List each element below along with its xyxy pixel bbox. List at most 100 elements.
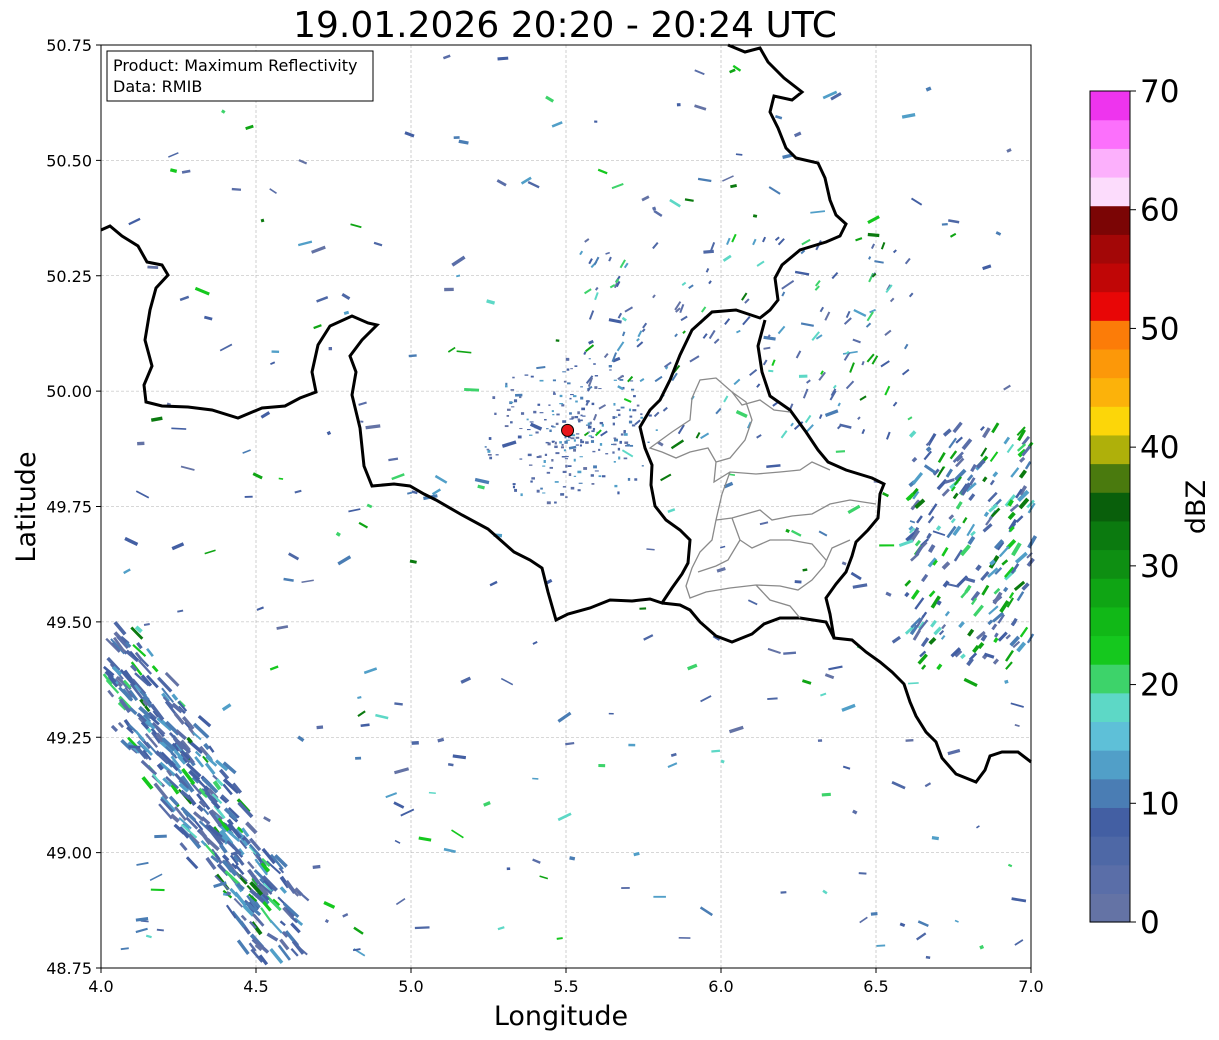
echo-clutter [555,452,560,455]
echo-streak [145,934,152,939]
echo-streak [437,737,445,743]
echo-clutter [617,447,621,451]
echo-clutter [552,413,555,416]
echo-clutter [517,435,522,439]
info-data-source: Data: RMIB [113,77,202,96]
echo-clutter [579,444,582,447]
echo-clutter [594,470,599,472]
echo-clutter [536,456,540,459]
info-box: Product: Maximum Reflectivity Data: RMIB [106,50,374,102]
echo-clutter [573,475,577,477]
echo-streak [768,369,774,373]
echo-clutter [524,374,529,376]
echo-clutter [631,424,636,427]
echo-clutter [535,431,539,434]
echo-streak [177,609,184,613]
echo-streak [785,528,790,534]
echo-clutter [551,440,555,443]
echo-streak [652,206,657,211]
echo-clutter [628,408,632,412]
echo-clutter [569,418,574,420]
echo-clutter [613,460,616,463]
echo-clutter [580,414,583,417]
echo-clutter [629,380,634,382]
echo-streak [861,360,865,366]
echo-clutter [529,421,534,423]
echo-streak [1006,148,1012,153]
echo-clutter [563,380,567,383]
y-axis-label: Latitude [11,451,42,562]
colorbar-segment [1090,91,1130,121]
echo-streak [221,109,226,114]
echo-clutter [619,379,624,381]
echo-streak [767,697,778,701]
echo-clutter [590,474,594,477]
echo-streak [670,752,677,757]
echo-streak [414,926,430,930]
echo-clutter [633,395,636,398]
echo-clutter [510,401,514,403]
echo-streak [867,232,880,238]
echo-streak [975,564,982,572]
echo-streak [995,231,1002,236]
echo-clutter [624,441,629,444]
colorbar-segment [1090,492,1130,522]
echo-clutter [605,453,609,455]
echo-clutter [495,454,499,456]
echo-streak [763,346,771,350]
echo-clutter [543,460,546,463]
echo-streak [876,944,886,947]
colorbar-segment [1090,692,1130,723]
echo-streak [646,548,655,551]
echo-streak [335,531,341,537]
echo-clutter [589,421,592,425]
echo-streak [868,256,872,260]
colorbar-segment [1090,205,1130,235]
echo-clutter [582,415,586,417]
echo-streak [979,944,985,950]
echo-streak [140,919,149,923]
echo-clutter [531,477,535,480]
echo-clutter [613,402,616,406]
echo-clutter [511,406,515,408]
colorbar-tick-label: 40 [1140,430,1179,466]
echo-streak [835,450,846,453]
echo-clutter [519,458,523,460]
echo-clutter [581,407,586,411]
echo-clutter [563,449,566,452]
echo-clutter [628,420,633,424]
echo-streak [583,351,587,355]
colorbar-segment [1090,750,1130,780]
echo-clutter [512,483,516,486]
echo-streak [936,600,942,606]
x-tick-label: 5.0 [398,977,423,996]
colorbar-segment [1090,578,1130,608]
echo-clutter [580,440,585,444]
echo-clutter [575,400,578,403]
echo-streak [128,745,141,749]
echo-streak [766,464,781,469]
echo-streak [763,335,776,341]
echo-clutter [634,478,638,481]
echo-streak [885,591,892,597]
echo-clutter [504,425,509,428]
echo-streak [870,912,878,916]
y-tick-label: 49.75 [46,498,92,517]
echo-streak [752,214,758,218]
colorbar-label: dBZ [1181,480,1212,534]
echo-clutter [536,489,540,493]
colorbar-segment [1090,721,1130,751]
y-tick-label: 50.25 [46,267,92,286]
echo-clutter [593,465,597,469]
echo-streak [1004,679,1009,684]
echo-clutter [566,439,570,441]
colorbar-segment [1090,664,1130,694]
echo-clutter [566,368,570,371]
map-title: 19.01.2026 20:20 - 20:24 UTC [293,5,837,46]
echo-clutter [601,475,606,478]
echo-clutter [562,486,566,488]
echo-clutter [562,420,567,423]
echo-clutter [575,444,579,446]
echo-clutter [591,402,595,406]
echo-streak [169,168,178,173]
